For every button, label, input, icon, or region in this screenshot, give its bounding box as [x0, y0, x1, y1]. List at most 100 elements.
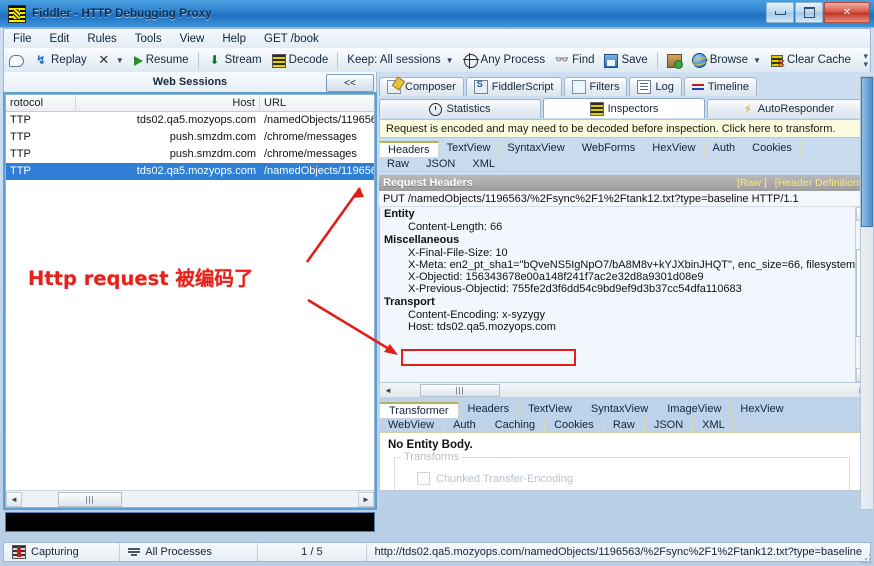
tab-response-hexview[interactable]: HexView — [731, 402, 794, 418]
tab-request-json[interactable]: JSON — [418, 157, 465, 171]
fiddler-window: Fiddler - HTTP Debugging Proxy ✕ File Ed… — [0, 0, 874, 566]
column-header-host[interactable]: Host — [76, 95, 260, 112]
any-process-button[interactable]: Any Process — [459, 52, 551, 69]
decode-button[interactable]: Decode — [267, 52, 334, 69]
table-row-selected[interactable]: TTP tds02.qa5.mozyops.com /namedObjects/… — [6, 163, 374, 180]
menu-item-file[interactable]: File — [4, 31, 41, 47]
right-pane-scrollbar[interactable] — [860, 76, 874, 510]
header-content-encoding[interactable]: Content-Encoding: x-syzygy — [380, 309, 870, 321]
tab-response-headers[interactable]: Headers — [459, 402, 520, 418]
tab-request-cookies[interactable]: Cookies — [744, 141, 801, 157]
response-body-area: No Entity Body. Transforms Chunked Trans… — [379, 433, 871, 491]
toolbar-separator-2 — [337, 51, 339, 69]
find-label: Find — [572, 54, 595, 66]
menu-item-get-book[interactable]: GET /book — [255, 31, 328, 47]
table-row[interactable]: TTP push.smzdm.com /chrome/messages — [6, 129, 374, 146]
tab-response-cookies[interactable]: Cookies — [545, 418, 604, 432]
scroll-thumb[interactable]: ||| — [420, 383, 500, 397]
scroll-track[interactable]: ||| — [22, 491, 358, 507]
scroll-left-button[interactable]: ◄ — [6, 491, 22, 507]
header-host[interactable]: Host: tds02.qa5.mozyops.com — [380, 321, 870, 333]
headers-horizontal-scrollbar[interactable]: ◄ ||| ► — [379, 383, 871, 398]
header-x-previous-objectid[interactable]: X-Previous-Objectid: 755fe2d3f6dd54c9bd9… — [380, 283, 870, 295]
tab-composer[interactable]: Composer — [379, 77, 464, 96]
header-definitions-link[interactable]: [Header Definitions] — [775, 177, 867, 189]
tab-autoresponder[interactable]: ⚡ AutoResponder — [707, 99, 869, 118]
tab-response-transformer[interactable]: Transformer — [379, 402, 459, 418]
menu-item-tools[interactable]: Tools — [126, 31, 171, 47]
resize-grip[interactable] — [859, 552, 871, 564]
tab-statistics[interactable]: Statistics — [379, 99, 541, 118]
keep-sessions-dropdown[interactable]: Keep: All sessions ▼ — [342, 53, 458, 67]
tab-request-syntaxview[interactable]: SyntaxView — [499, 141, 574, 157]
resume-button[interactable]: Resume — [129, 53, 194, 67]
menu-item-help[interactable]: Help — [213, 31, 255, 47]
collapse-panel-button[interactable]: << — [326, 74, 374, 92]
scroll-thumb[interactable] — [861, 77, 873, 227]
tab-fiddlerscript[interactable]: FiddlerScript — [465, 77, 562, 96]
browse-button[interactable]: Browse ▼ — [687, 51, 766, 69]
minimize-button[interactable] — [766, 2, 794, 23]
scroll-right-button[interactable]: ► — [358, 491, 374, 507]
response-pane: Transformer Headers TextView SyntaxView … — [379, 402, 871, 491]
tab-response-json[interactable]: JSON — [645, 418, 694, 432]
script-icon — [473, 79, 488, 94]
request-headers-title: Request Headers — [383, 177, 473, 189]
tab-request-headers[interactable]: Headers — [379, 141, 439, 157]
close-button[interactable]: ✕ — [824, 2, 870, 23]
sessions-list[interactable]: rotocol Host URL TTP tds02.qa5.mozyops.c… — [5, 94, 375, 508]
tab-response-auth[interactable]: Auth — [444, 418, 486, 432]
remove-button[interactable]: ✕ ▼ — [92, 52, 129, 68]
comment-button[interactable] — [4, 52, 29, 68]
clear-cache-icon — [770, 54, 786, 70]
header-x-objectid[interactable]: X-Objectid: 156343678e00a148f241f7ac2e32… — [380, 271, 870, 283]
status-processes[interactable]: All Processes — [120, 543, 259, 561]
header-x-final-file-size[interactable]: X-Final-File-Size: 10 — [380, 247, 870, 259]
header-x-meta[interactable]: X-Meta: en2_pt_sha1="bQveNS5IgNpO7/bA8M8… — [380, 259, 870, 271]
find-button[interactable]: 👓 Find — [550, 52, 599, 68]
header-content-length[interactable]: Content-Length: 66 — [380, 221, 870, 233]
raw-link[interactable]: [Raw ] — [737, 177, 767, 189]
table-row[interactable]: TTP tds02.qa5.mozyops.com /namedObjects/… — [6, 112, 374, 129]
web-sessions-header: Web Sessions << — [3, 72, 377, 92]
scroll-thumb[interactable]: ||| — [58, 491, 122, 507]
toolbar-overflow-button[interactable]: ▾ ▾ — [863, 52, 868, 69]
column-header-protocol[interactable]: rotocol — [6, 95, 76, 112]
clear-cache-button[interactable]: Clear Cache — [766, 52, 856, 70]
table-row[interactable]: TTP push.smzdm.com /chrome/messages — [6, 146, 374, 163]
tab-request-textview[interactable]: TextView — [439, 141, 500, 157]
stream-button[interactable]: ⬇ Stream — [203, 52, 267, 68]
tab-response-textview[interactable]: TextView — [519, 402, 582, 418]
tab-request-webforms[interactable]: WebForms — [574, 141, 645, 157]
tab-filters[interactable]: Filters — [563, 77, 628, 96]
tab-response-caching[interactable]: Caching — [486, 418, 546, 432]
cell-url: /namedObjects/1196563/%2Fsync%2 — [264, 114, 374, 126]
tab-response-syntaxview[interactable]: SyntaxView — [582, 402, 659, 418]
screenshot-button[interactable] — [662, 52, 687, 69]
column-header-url[interactable]: URL — [260, 95, 374, 112]
tab-inspectors[interactable]: Inspectors — [543, 98, 705, 118]
tab-response-webview[interactable]: WebView — [379, 418, 445, 432]
tab-response-raw[interactable]: Raw — [604, 418, 645, 432]
scroll-left-button[interactable]: ◄ — [380, 383, 396, 398]
binoculars-icon: 👓 — [555, 54, 569, 66]
tab-response-xml[interactable]: XML — [693, 418, 735, 432]
menu-item-view[interactable]: View — [171, 31, 214, 47]
sessions-horizontal-scrollbar[interactable]: ◄ ||| ► — [6, 490, 374, 507]
tab-request-hexview[interactable]: HexView — [644, 141, 705, 157]
status-capturing[interactable]: Capturing — [4, 543, 121, 561]
save-button[interactable]: Save — [599, 52, 652, 69]
tab-response-imageview[interactable]: ImageView — [658, 402, 732, 418]
chunked-transfer-encoding-checkbox[interactable]: Chunked Transfer-Encoding — [417, 472, 573, 485]
menu-item-rules[interactable]: Rules — [78, 31, 125, 47]
tab-request-xml[interactable]: XML — [464, 157, 504, 171]
quickexec-input[interactable] — [5, 512, 375, 532]
replay-button[interactable]: ↯ Replay — [29, 52, 92, 68]
decode-notice-banner[interactable]: Request is encoded and may need to be de… — [379, 119, 871, 138]
maximize-button[interactable] — [795, 2, 823, 23]
tab-timeline[interactable]: Timeline — [683, 77, 757, 96]
tab-request-auth[interactable]: Auth — [705, 141, 745, 157]
tab-request-raw[interactable]: Raw — [379, 157, 419, 171]
menu-item-edit[interactable]: Edit — [41, 31, 79, 47]
tab-log[interactable]: Log — [629, 77, 682, 96]
